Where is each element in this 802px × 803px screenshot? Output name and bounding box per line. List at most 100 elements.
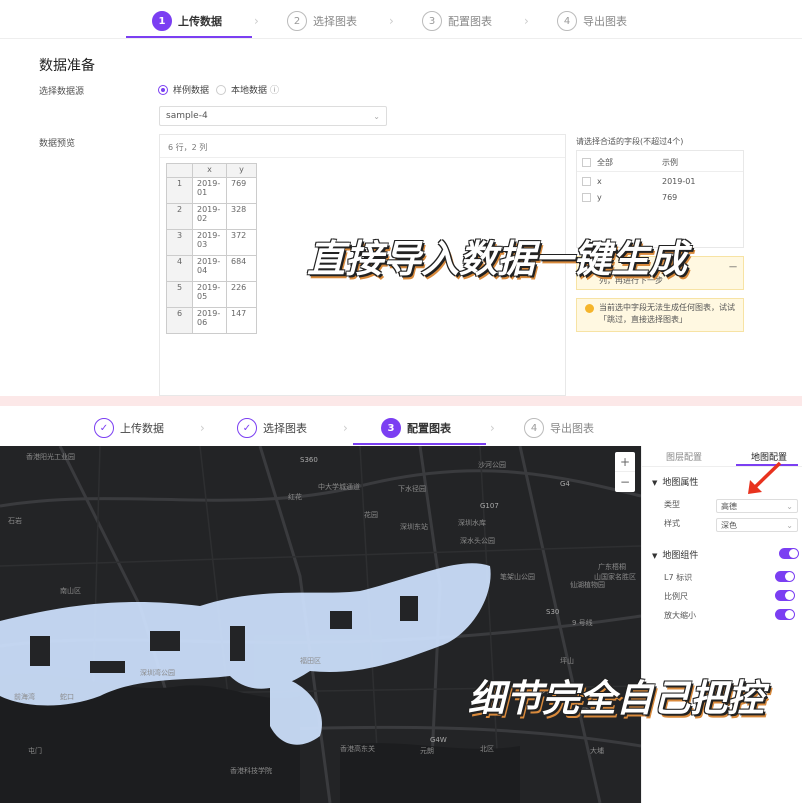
road-badge: G4W [430, 736, 447, 744]
radio-sample-data[interactable]: 样例数据 [158, 83, 209, 96]
step-number: 4 [557, 11, 577, 31]
row-index: 4 [166, 255, 193, 282]
divider [0, 38, 802, 39]
cell-x: 2019-02 [192, 203, 227, 230]
style-value: 深色 [721, 520, 737, 530]
map-label: 深圳湾公园 [140, 669, 175, 677]
zoom-control-toggle[interactable] [775, 609, 795, 620]
step-label: 导出图表 [550, 422, 594, 435]
row-index: 3 [166, 229, 193, 256]
step-number: 2 [287, 11, 307, 31]
step-config-chart[interactable]: 3 配置图表 [422, 11, 492, 31]
l7-logo-toggle[interactable] [775, 571, 795, 582]
checkbox[interactable] [582, 193, 591, 202]
map-label: 石岩 [8, 517, 22, 525]
table-row: 2 2019-02 328 [166, 203, 257, 230]
field-select-all[interactable]: 全部 [582, 157, 613, 168]
step-label: 上传数据 [178, 15, 222, 28]
zoom-in-button[interactable]: + [615, 452, 635, 472]
chevron-right-icon: › [490, 421, 495, 435]
section-separator [0, 396, 802, 406]
row-index: 2 [166, 203, 193, 230]
section-title: 地图属性 [662, 478, 699, 488]
table-header-index [166, 163, 193, 178]
table-header-y: y [226, 163, 257, 178]
step-upload-data-done[interactable]: ✓ 上传数据 [94, 418, 164, 438]
step-select-chart-done[interactable]: ✓ 选择图表 [237, 418, 307, 438]
scale-toggle[interactable] [775, 590, 795, 601]
chevron-down-icon: ⌄ [786, 501, 793, 511]
step-number: 1 [152, 11, 172, 31]
section-map-components[interactable]: ▼ 地图组件 [652, 548, 698, 561]
chevron-right-icon: › [389, 14, 394, 28]
chevron-right-icon: › [200, 421, 205, 435]
chevron-right-icon: › [524, 14, 529, 28]
map-canvas[interactable]: 香港阳光工业园 沙河公园 中大学城通道 下水径园 红花 深圳水库 花园 深圳东站… [0, 446, 641, 803]
info-icon[interactable]: ⓘ [270, 83, 279, 96]
zoom-out-button[interactable]: − [615, 472, 635, 492]
cell-x: 2019-06 [192, 307, 227, 334]
promo-banner-bottom: 细节完全自己把控 [468, 677, 764, 720]
components-toggle[interactable] [779, 548, 799, 559]
data-table: x y 1 2019-01 769 2 2019-02 328 3 2019-03 372 … [166, 163, 257, 334]
checkbox[interactable] [582, 177, 591, 186]
type-select[interactable]: 高德 ⌄ [716, 499, 798, 513]
map-label: 深圳水库 [458, 519, 486, 527]
cell-x: 2019-05 [192, 281, 227, 308]
field-row-y[interactable]: y [582, 193, 602, 202]
alert-text-tail: 一 [729, 263, 737, 272]
step-export-chart[interactable]: 4 导出图表 [557, 11, 627, 31]
dataset-value: sample-4 [166, 111, 208, 121]
radio-label: 本地数据 [231, 86, 268, 96]
road-badge: G4 [560, 480, 570, 488]
page-title: 数据准备 [39, 58, 95, 74]
radio-dot [158, 84, 168, 95]
map-label: 南山区 [60, 587, 81, 595]
map-label: 北区 [480, 745, 494, 753]
step-export-chart[interactable]: 4 导出图表 [524, 418, 594, 438]
style-select[interactable]: 深色 ⌄ [716, 518, 798, 532]
cell-x: 2019-01 [192, 177, 227, 204]
map-label: 坪山 [560, 657, 574, 665]
cell-x: 2019-03 [192, 229, 227, 256]
step-number: 4 [524, 418, 544, 438]
field-name: y [597, 193, 602, 202]
checkbox[interactable] [582, 158, 591, 167]
config-panel: 图层配置 地图配置 ▼ 地图属性 类型 高德 ⌄ 样式 深色 ⌄ ▼ 地图组件 L7 标… [641, 446, 802, 803]
field-row-x[interactable]: x [582, 177, 602, 186]
map-label: 深圳东站 [400, 523, 428, 531]
step-number: 3 [422, 11, 442, 31]
field-example-x: 2019-01 [662, 177, 696, 186]
step-config-chart-active[interactable]: 3 配置图表 [381, 418, 451, 438]
table-row: 6 2019-06 147 [166, 307, 257, 334]
step-upload-data[interactable]: 1 上传数据 [152, 11, 222, 31]
preview-label: 数据预览 [39, 139, 76, 149]
map-label: 屯门 [28, 747, 42, 755]
table-row: 3 2019-03 372 [166, 229, 257, 256]
tab-layer-config[interactable]: 图层配置 [666, 450, 702, 463]
map-zoom-control: + − [615, 452, 635, 492]
l7-logo-label: L7 标识 [664, 573, 693, 582]
caret-down-icon: ▼ [652, 479, 658, 487]
map-label: 沙河公园 [478, 461, 506, 469]
map-label: 中大学城通道 [318, 483, 360, 491]
map-label: 花园 [364, 511, 378, 519]
step-select-chart[interactable]: 2 选择图表 [287, 11, 357, 31]
row-index: 1 [166, 177, 193, 204]
caret-down-icon: ▼ [652, 552, 658, 560]
map-label: 蛇口 [60, 693, 74, 701]
road-badge: G107 [480, 502, 499, 510]
row-index: 5 [166, 281, 193, 308]
radio-local-data[interactable]: 本地数据 ⓘ [216, 83, 279, 96]
step-label: 配置图表 [448, 15, 492, 28]
map-label: 广东梧桐 [598, 563, 626, 571]
section-map-props[interactable]: ▼ 地图属性 [652, 475, 698, 488]
table-header-x: x [192, 163, 227, 178]
dataset-select[interactable]: sample-4 ⌄ [159, 106, 387, 126]
source-label: 选择数据源 [39, 87, 85, 97]
step-label: 配置图表 [407, 422, 451, 435]
cell-y: 226 [226, 281, 257, 308]
map-label: 下水径园 [398, 485, 426, 493]
divider [577, 171, 743, 172]
map-label: 大埔 [590, 747, 604, 755]
